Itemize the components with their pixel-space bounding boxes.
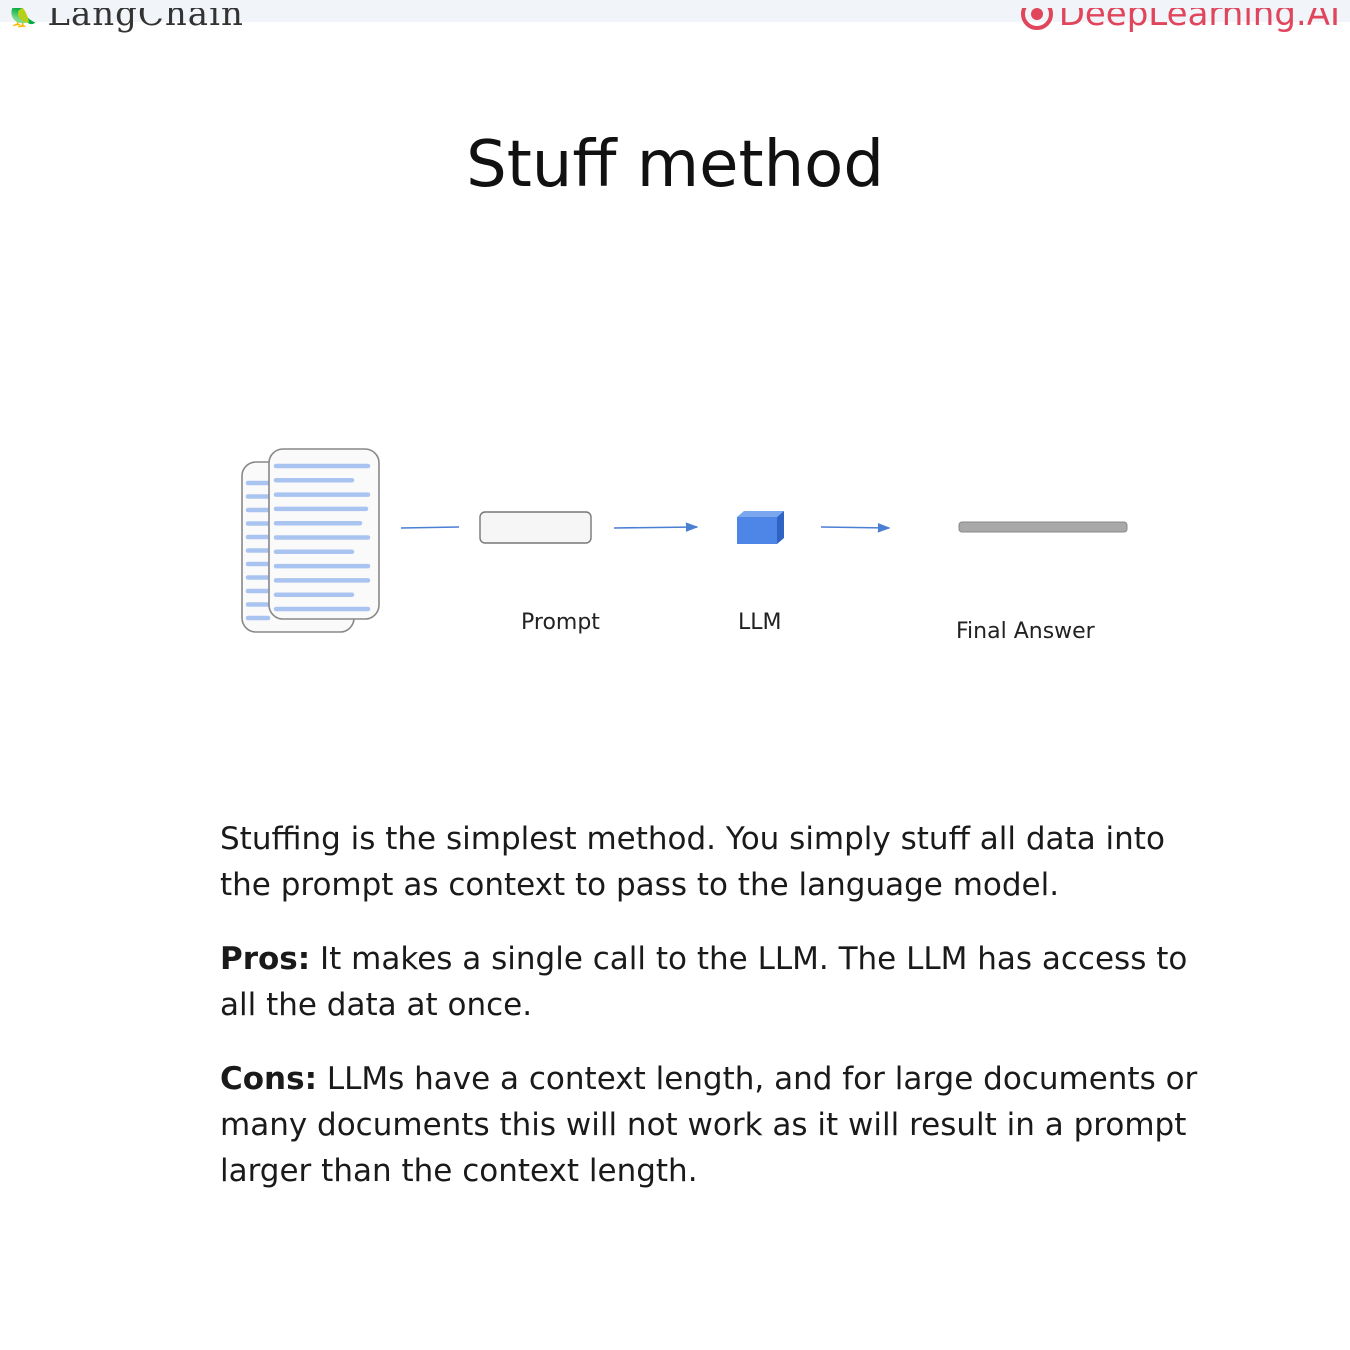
- intro-paragraph: Stuffing is the simplest method. You sim…: [220, 821, 1165, 903]
- pros-paragraph: Pros: It makes a single call to the LLM.…: [220, 936, 1220, 1028]
- pros-label: Pros:: [220, 941, 311, 977]
- prompt-label: Prompt: [521, 610, 600, 635]
- llm-label: LLM: [738, 610, 782, 635]
- arrow-llm-answer: [820, 523, 891, 533]
- stuff-diagram: Prompt LLM Final Answer: [241, 448, 1128, 644]
- llm-cube-icon: [737, 511, 784, 544]
- final-answer-label: Final Answer: [956, 619, 1096, 644]
- final-answer-bar: [958, 521, 1128, 533]
- cons-text: LLMs have a context length, and for larg…: [220, 1061, 1198, 1189]
- cons-label: Cons:: [220, 1061, 317, 1097]
- pros-text: It makes a single call to the LLM. The L…: [220, 941, 1188, 1023]
- connector-documents-prompt: [400, 526, 460, 529]
- prompt-box: [479, 511, 592, 544]
- slide-body: Stuffing is the simplest method. You sim…: [220, 816, 1220, 1222]
- documents-stack-icon: [241, 448, 380, 633]
- cons-paragraph: Cons: LLMs have a context length, and fo…: [220, 1056, 1220, 1194]
- arrow-prompt-llm: [613, 522, 699, 532]
